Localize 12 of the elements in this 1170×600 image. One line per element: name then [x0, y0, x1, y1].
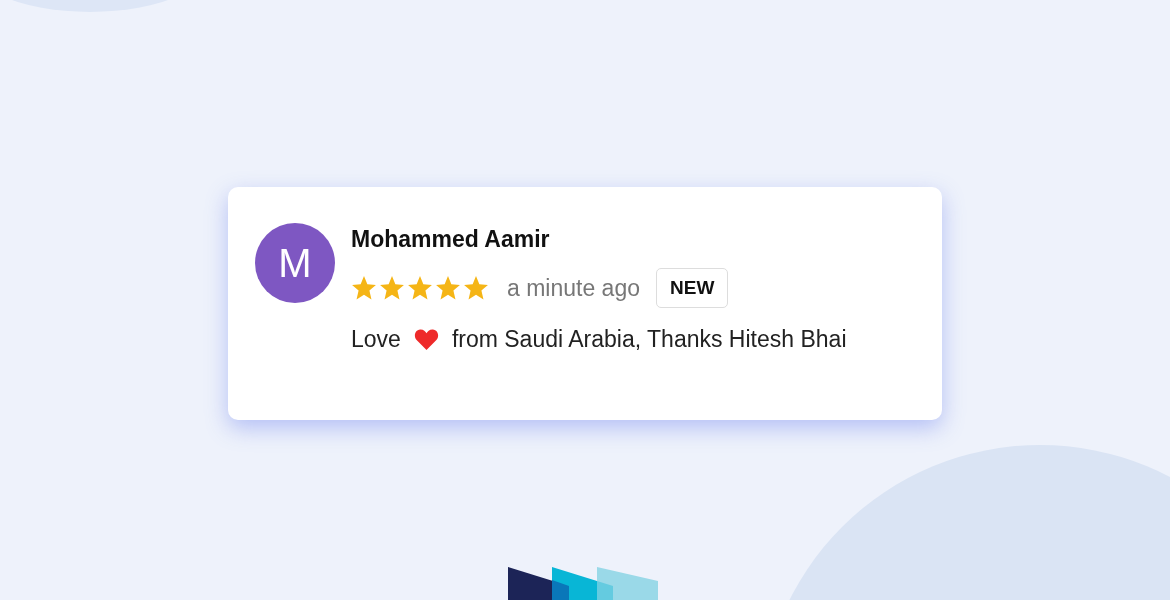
- star-filled-icon: [435, 275, 461, 301]
- heart-icon: [413, 328, 439, 351]
- avatar: M: [255, 223, 335, 303]
- review-time: a minute ago: [507, 274, 640, 302]
- star-filled-icon: [351, 275, 377, 301]
- review-text: from Saudi Arabia, Thanks Hitesh Bhai: [451, 326, 847, 353]
- new-badge: NEW: [656, 268, 729, 308]
- review-text: Love: [351, 326, 401, 353]
- star-filled-icon: [407, 275, 433, 301]
- star-filled-icon: [463, 275, 489, 301]
- star-filled-icon: [379, 275, 405, 301]
- reviewer-name: Mohammed Aamir: [351, 226, 551, 253]
